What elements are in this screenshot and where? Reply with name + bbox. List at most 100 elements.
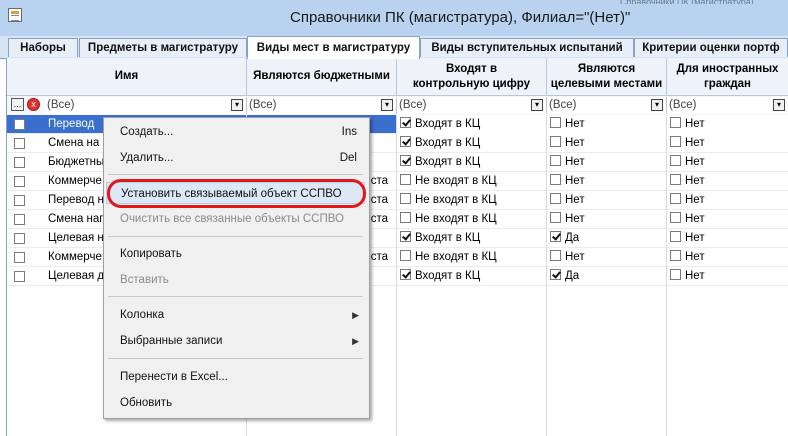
checkbox[interactable] xyxy=(400,269,411,280)
chevron-right-icon: ▶ xyxy=(352,310,359,320)
cell-control-figure: Входят в КЦ xyxy=(397,134,547,153)
checkbox[interactable] xyxy=(550,193,561,204)
checkbox[interactable] xyxy=(550,174,561,185)
menu-separator xyxy=(108,174,363,175)
chevron-down-icon[interactable]: ▾ xyxy=(773,99,785,111)
chevron-down-icon[interactable]: ▾ xyxy=(651,99,663,111)
tab-portfolio-criteria[interactable]: Критерии оценки портф xyxy=(634,38,788,57)
cell-control-figure: Входят в КЦ xyxy=(397,229,547,248)
cell-foreign: Нет xyxy=(667,248,788,267)
checkbox[interactable] xyxy=(400,117,411,128)
menu-separator xyxy=(108,296,363,297)
checkbox[interactable] xyxy=(400,250,411,261)
checkbox[interactable] xyxy=(670,269,681,280)
menu-item-create[interactable]: Создать... Ins xyxy=(106,121,365,143)
column-header-foreign[interactable]: Для иностранных граждан xyxy=(667,58,788,96)
chevron-down-icon[interactable]: ▾ xyxy=(231,99,243,111)
checkbox[interactable] xyxy=(670,174,681,185)
checkbox[interactable] xyxy=(670,155,681,166)
checkbox[interactable] xyxy=(550,269,561,280)
checkbox[interactable] xyxy=(550,155,561,166)
column-header-name[interactable]: Имя xyxy=(7,58,247,96)
cell-foreign: Нет xyxy=(667,229,788,248)
menu-item-refresh[interactable]: Обновить xyxy=(106,392,365,414)
column-divider xyxy=(396,286,397,436)
cell-control-figure: Входят в КЦ xyxy=(397,115,547,134)
filter-foreign[interactable]: (Все) ▾ xyxy=(667,97,788,114)
column-divider xyxy=(666,286,667,436)
checkbox[interactable] xyxy=(550,136,561,147)
cell-control-figure: Входят в КЦ xyxy=(397,153,547,172)
tab-sets[interactable]: Наборы xyxy=(8,38,78,57)
cell-control-figure: Входят в КЦ xyxy=(397,267,547,286)
app-icon xyxy=(8,8,22,22)
column-header-target[interactable]: Являются целевыми местами xyxy=(547,58,667,96)
cell-control-figure: Не входят в КЦ xyxy=(397,191,547,210)
cell-target: Да xyxy=(547,267,667,286)
tab-subjects[interactable]: Предметы в магистратуру xyxy=(79,38,247,57)
row-checkbox[interactable] xyxy=(14,176,25,187)
filter-control-figure[interactable]: (Все) ▾ xyxy=(397,97,547,114)
checkbox[interactable] xyxy=(400,155,411,166)
cell-foreign: Нет xyxy=(667,153,788,172)
row-checkbox[interactable] xyxy=(14,157,25,168)
column-header-control-figure[interactable]: Входят в контрольную цифру xyxy=(397,58,547,96)
menu-item-paste[interactable]: Вставить xyxy=(106,269,365,291)
menu-item-column[interactable]: Колонка ▶ xyxy=(106,304,365,326)
menu-item-export-excel[interactable]: Перенести в Excel... xyxy=(106,366,365,388)
filter-target[interactable]: (Все) ▾ xyxy=(547,97,667,114)
checkbox[interactable] xyxy=(670,136,681,147)
checkbox[interactable] xyxy=(400,212,411,223)
window-titlebar: Справочники ПК (магистратура) Справочник… xyxy=(0,0,788,37)
checkbox[interactable] xyxy=(670,231,681,242)
cell-control-figure: Не входят в КЦ xyxy=(397,172,547,191)
row-checkbox[interactable] xyxy=(14,119,25,130)
cell-foreign: Нет xyxy=(667,267,788,286)
row-checkbox[interactable] xyxy=(14,214,25,225)
chevron-down-icon[interactable]: ▾ xyxy=(381,99,393,111)
checkbox[interactable] xyxy=(670,250,681,261)
menu-item-clear-linked-objects[interactable]: Очистить все связанные объекты ССПВО xyxy=(106,208,365,230)
checkbox[interactable] xyxy=(400,136,411,147)
menu-item-delete[interactable]: Удалить... Del xyxy=(106,147,365,169)
tab-place-types[interactable]: Виды мест в магистратуру xyxy=(247,36,420,59)
row-checkbox[interactable] xyxy=(14,271,25,282)
cell-foreign: Нет xyxy=(667,134,788,153)
cell-target: Нет xyxy=(547,153,667,172)
column-header-budget[interactable]: Являются бюджетными xyxy=(247,58,397,96)
filter-budget[interactable]: (Все) ▾ xyxy=(247,97,397,114)
cell-control-figure: Не входят в КЦ xyxy=(397,248,547,267)
cell-target: Нет xyxy=(547,134,667,153)
tab-strip: Наборы Предметы в магистратуру Виды мест… xyxy=(0,36,788,59)
cell-control-figure: Не входят в КЦ xyxy=(397,210,547,229)
checkbox[interactable] xyxy=(400,174,411,185)
checkbox[interactable] xyxy=(550,250,561,261)
row-checkbox[interactable] xyxy=(14,195,25,206)
menu-item-selected-records[interactable]: Выбранные записи ▶ xyxy=(106,330,365,352)
filter-name[interactable]: (Все) ▾ xyxy=(45,97,247,114)
row-checkbox[interactable] xyxy=(14,138,25,149)
cell-target: Нет xyxy=(547,172,667,191)
checkbox[interactable] xyxy=(400,231,411,242)
checkbox[interactable] xyxy=(670,212,681,223)
tab-exam-types[interactable]: Виды вступительных испытаний xyxy=(420,38,634,57)
cell-foreign: Нет xyxy=(667,115,788,134)
filter-options-button[interactable]: ... xyxy=(11,98,24,111)
menu-separator xyxy=(108,236,363,237)
menu-item-copy[interactable]: Копировать xyxy=(106,243,365,265)
clear-filter-icon[interactable]: x xyxy=(27,98,40,111)
checkbox[interactable] xyxy=(550,212,561,223)
chevron-down-icon[interactable]: ▾ xyxy=(531,99,543,111)
row-checkbox[interactable] xyxy=(14,233,25,244)
filter-row: ... x (Все) ▾ (Все) ▾ (Все) ▾ (Все) ▾ (Все) ▾ xyxy=(7,96,788,116)
cell-foreign: Нет xyxy=(667,191,788,210)
context-menu: Создать... Ins Удалить... Del Установить с… xyxy=(103,117,370,419)
checkbox[interactable] xyxy=(550,231,561,242)
row-checkbox[interactable] xyxy=(14,252,25,263)
highlight-annotation xyxy=(107,179,366,208)
checkbox[interactable] xyxy=(400,193,411,204)
checkbox[interactable] xyxy=(550,117,561,128)
checkbox[interactable] xyxy=(670,193,681,204)
checkbox[interactable] xyxy=(670,117,681,128)
background-window-title: Справочники ПК (магистратура) xyxy=(620,0,788,4)
